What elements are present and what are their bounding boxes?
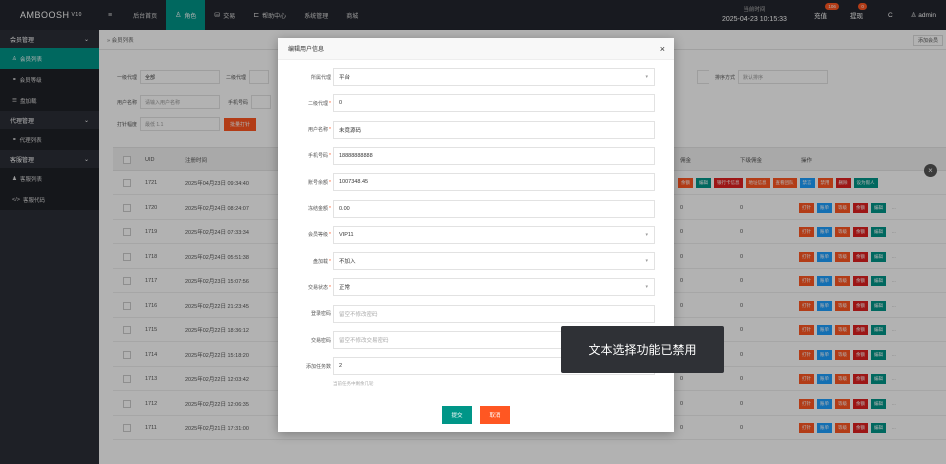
task-hint: 当前任务中剩余几轮 <box>333 381 374 386</box>
field-label-text: 登录密码 <box>310 311 331 318</box>
form-row: 二级代理* 0 <box>278 94 674 113</box>
close-icon[interactable]: × <box>660 44 665 54</box>
form-row: 用户名称* 未竟源码 <box>278 120 674 139</box>
field-select[interactable]: 正常 ▾ <box>333 278 655 297</box>
field-select[interactable]: 不加入 ▾ <box>333 252 655 271</box>
required-mark: * <box>329 206 331 212</box>
field-label-text: 手机号码 <box>308 153 329 160</box>
field-value: 2 <box>339 363 343 370</box>
field-label: 盘加载* <box>278 258 335 265</box>
required-mark: * <box>329 127 331 134</box>
modal-title: 编辑用户信息 <box>278 38 674 60</box>
field-value: 1007348.45 <box>339 179 369 186</box>
field-label: 所属代理 <box>278 74 335 81</box>
field-label-text: 交易密码 <box>310 337 331 344</box>
form-row: 会员等级* VIP11 ▾ <box>278 225 674 244</box>
field-label: 账号余额* <box>278 179 335 186</box>
cancel-button[interactable]: 取消 <box>480 406 510 424</box>
form-row: 账号余额* 1007348.45 <box>278 173 674 192</box>
field-input[interactable]: 0 <box>333 94 655 113</box>
chevron-down-icon: ▾ <box>645 74 648 80</box>
field-label-text: 冻结金额 <box>308 206 329 212</box>
field-value: 0 <box>339 100 343 107</box>
field-label-text: 二级代理 <box>308 100 329 107</box>
field-label: 二级代理* <box>278 100 335 107</box>
chevron-down-icon: ▾ <box>645 231 648 238</box>
field-value: 正常 <box>339 285 351 292</box>
field-value: 18888888888 <box>339 152 373 159</box>
field-value: 未竟源码 <box>339 127 362 134</box>
field-label-text: 所属代理 <box>310 74 331 81</box>
field-input[interactable]: 1007348.45 <box>333 173 655 192</box>
field-input[interactable]: 0.00 <box>333 199 655 218</box>
field-label: 交易密码 <box>278 337 335 344</box>
form-row: 所属代理 平台 ▾ <box>278 68 674 86</box>
required-mark: * <box>329 100 331 107</box>
field-value: 不加入 <box>339 259 356 266</box>
form-row: 登录密码 留空不修改密码 <box>278 304 674 323</box>
field-label: 会员等级* <box>278 231 335 238</box>
field-label-text: 会员等级 <box>308 232 329 239</box>
form-row: 交易状态* 正常 ▾ <box>278 278 674 297</box>
required-mark: * <box>329 284 331 291</box>
required-mark: * <box>329 179 331 186</box>
field-label-text: 用户名称 <box>308 127 329 134</box>
field-label: 添加任务数 <box>278 363 335 370</box>
submit-button[interactable]: 提交 <box>442 406 472 424</box>
field-label: 冻结金额* <box>278 205 335 212</box>
field-value: 平台 <box>339 75 351 81</box>
field-label-text: 账号余额 <box>308 179 329 186</box>
required-mark: * <box>329 258 331 265</box>
field-input[interactable]: 18888888888 <box>333 146 655 165</box>
field-value: VIP11 <box>339 231 354 238</box>
field-select[interactable]: VIP11 ▾ <box>333 225 655 244</box>
field-label: 手机号码* <box>278 152 335 159</box>
field-input[interactable]: 留空不修改密码 <box>333 304 655 323</box>
field-label: 登录密码 <box>278 310 335 317</box>
field-label-text: 盘加载 <box>313 258 329 265</box>
chevron-down-icon: ▾ <box>645 258 648 265</box>
field-input[interactable]: 未竟源码 <box>333 120 655 139</box>
field-label: 交易状态* <box>278 284 335 291</box>
field-label-text: 交易状态 <box>308 284 329 291</box>
required-mark: * <box>329 153 331 160</box>
field-select[interactable]: 平台 ▾ <box>333 68 655 86</box>
field-label-text: 添加任务数 <box>305 363 331 370</box>
required-mark: * <box>329 232 331 239</box>
form-row: 手机号码* 18888888888 <box>278 146 674 165</box>
toast-message: 文本选择功能已禁用 <box>561 326 724 373</box>
field-value: 0.00 <box>339 205 350 212</box>
form-row: 盘加载* 不加入 ▾ <box>278 252 674 271</box>
chevron-down-icon: ▾ <box>645 284 648 291</box>
form-row: 冻结金额* 0.00 <box>278 199 674 218</box>
field-label: 用户名称* <box>278 126 335 133</box>
